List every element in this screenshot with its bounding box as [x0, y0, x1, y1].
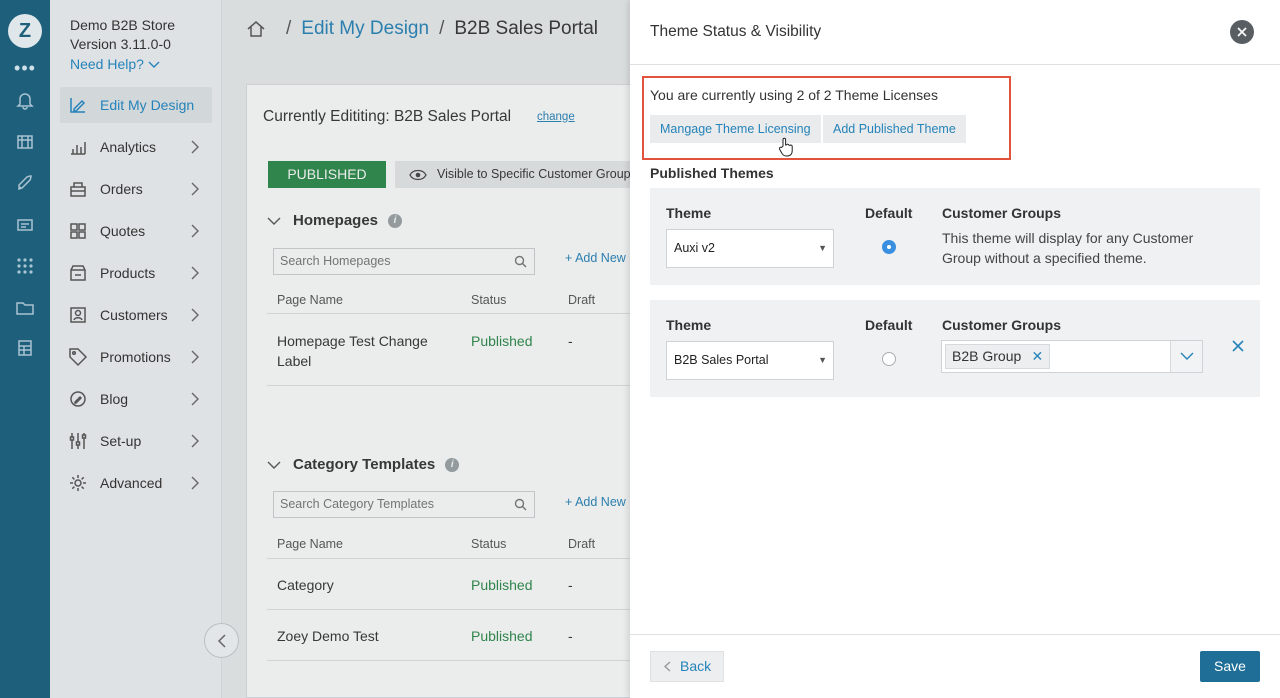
zoey-logo[interactable]: Z	[8, 14, 42, 48]
edit-design-icon	[68, 95, 88, 115]
theme-select[interactable]: B2B Sales Portal ▼	[666, 341, 834, 380]
blog-icon	[68, 389, 88, 409]
store-version: Version 3.11.0-0	[70, 36, 171, 52]
nav-item-promotions[interactable]: Promotions	[60, 339, 212, 375]
customer-groups-label: Customer Groups	[942, 205, 1062, 221]
manage-theme-licensing-button[interactable]: Mangage Theme Licensing	[650, 115, 821, 143]
nav-item-edit-my-design[interactable]: Edit My Design	[60, 87, 212, 123]
nav-item-label: Orders	[100, 181, 143, 197]
chevron-right-icon	[191, 224, 199, 238]
add-published-theme-button[interactable]: Add Published Theme	[823, 115, 966, 143]
rocket-icon[interactable]	[15, 173, 35, 193]
customer-groups-multiselect[interactable]: B2B Group ✕	[941, 340, 1203, 373]
orders-icon	[68, 179, 88, 199]
panel-title: Theme Status & Visibility	[650, 23, 822, 40]
nav-item-label: Blog	[100, 391, 129, 407]
save-button[interactable]: Save	[1200, 651, 1260, 682]
nav-item-label: Customers	[100, 307, 168, 323]
chevron-right-icon	[191, 308, 199, 322]
groups-dropdown-toggle[interactable]	[1170, 341, 1202, 372]
theme-select-value: B2B Sales Portal	[674, 353, 769, 367]
divider	[630, 64, 1280, 65]
chevron-left-icon	[217, 633, 226, 648]
nav-item-label: Set-up	[100, 433, 142, 449]
more-icon[interactable]: •••	[0, 58, 50, 78]
ticket-icon[interactable]	[15, 215, 35, 235]
chevron-right-icon	[191, 266, 199, 280]
nav-item-advanced[interactable]: Advanced	[60, 465, 212, 501]
theme-label: Theme	[666, 317, 712, 333]
products-icon	[68, 263, 88, 283]
theme-row: Theme Default Customer Groups B2B Sales …	[650, 300, 1260, 397]
default-label: Default	[865, 205, 913, 221]
nav-item-products[interactable]: Products	[60, 255, 212, 291]
chevron-right-icon	[191, 476, 199, 490]
theme-select[interactable]: Auxi v2 ▼	[666, 229, 834, 268]
theme-label: Theme	[666, 205, 712, 221]
chevron-right-icon	[191, 392, 199, 406]
apps-grid-icon[interactable]	[15, 256, 35, 276]
need-help-label: Need Help?	[70, 56, 144, 72]
remove-theme-icon[interactable]	[1232, 340, 1244, 352]
default-radio[interactable]	[882, 240, 896, 254]
nav-sidebar: Demo B2B Store Version 3.11.0-0 Need Hel…	[50, 0, 222, 698]
theme-select-value: Auxi v2	[674, 241, 715, 255]
license-usage-text: You are currently using 2 of 2 Theme Lic…	[650, 87, 938, 103]
gear-icon	[68, 473, 88, 493]
chevron-left-icon	[663, 661, 671, 672]
chevron-right-icon	[191, 350, 199, 364]
chevron-down-icon	[1180, 352, 1193, 360]
chevron-right-icon	[191, 140, 199, 154]
close-icon	[1237, 27, 1247, 37]
store-name: Demo B2B Store	[70, 17, 176, 33]
nav-item-label: Advanced	[100, 475, 163, 491]
nav-item-quotes[interactable]: Quotes	[60, 213, 212, 249]
nav-item-label: Analytics	[100, 139, 157, 155]
caret-down-icon: ▼	[818, 243, 827, 253]
theme-row: Theme Default Customer Groups Auxi v2 ▼ …	[650, 188, 1260, 285]
hand-pointer-icon	[778, 137, 793, 157]
nav-item-label: Promotions	[100, 349, 171, 365]
folder-icon[interactable]	[15, 298, 35, 318]
customer-groups-description: This theme will display for any Customer…	[942, 230, 1194, 266]
chevron-down-icon	[148, 61, 160, 69]
remove-chip-icon[interactable]: ✕	[1032, 345, 1044, 368]
store-icon[interactable]	[15, 131, 35, 151]
nav-item-customers[interactable]: Customers	[60, 297, 212, 333]
customer-groups-label: Customer Groups	[942, 317, 1062, 333]
spreadsheet-icon[interactable]	[15, 338, 35, 358]
quotes-icon	[68, 221, 88, 241]
customer-group-chip: B2B Group ✕	[945, 344, 1051, 369]
need-help-link[interactable]: Need Help?	[70, 56, 160, 72]
back-label: Back	[680, 658, 712, 674]
close-button[interactable]	[1230, 20, 1254, 44]
divider	[630, 634, 1280, 635]
modal-backdrop[interactable]	[222, 0, 630, 698]
nav-item-blog[interactable]: Blog	[60, 381, 212, 417]
bell-icon[interactable]	[15, 90, 35, 110]
analytics-icon	[68, 137, 88, 157]
nav-item-label: Quotes	[100, 223, 146, 239]
nav-item-label: Edit My Design	[100, 97, 195, 113]
collapse-sidebar-button[interactable]	[204, 623, 239, 658]
nav-item-analytics[interactable]: Analytics	[60, 129, 212, 165]
chevron-right-icon	[191, 182, 199, 196]
default-label: Default	[865, 317, 913, 333]
nav-item-label: Products	[100, 265, 156, 281]
customers-icon	[68, 305, 88, 325]
setup-icon	[68, 431, 88, 451]
nav-item-setup[interactable]: Set-up	[60, 423, 212, 459]
chip-label: B2B Group	[952, 348, 1022, 364]
default-radio[interactable]	[882, 352, 896, 366]
store-info: Demo B2B Store Version 3.11.0-0	[70, 16, 175, 54]
back-button[interactable]: Back	[650, 651, 724, 682]
icon-rail: Z •••	[0, 0, 50, 698]
promotions-icon	[68, 347, 88, 367]
chevron-right-icon	[191, 434, 199, 448]
theme-status-panel: Theme Status & Visibility You are curren…	[630, 0, 1280, 698]
caret-down-icon: ▼	[818, 355, 827, 365]
published-themes-heading: Published Themes	[650, 165, 774, 181]
nav-item-orders[interactable]: Orders	[60, 171, 212, 207]
